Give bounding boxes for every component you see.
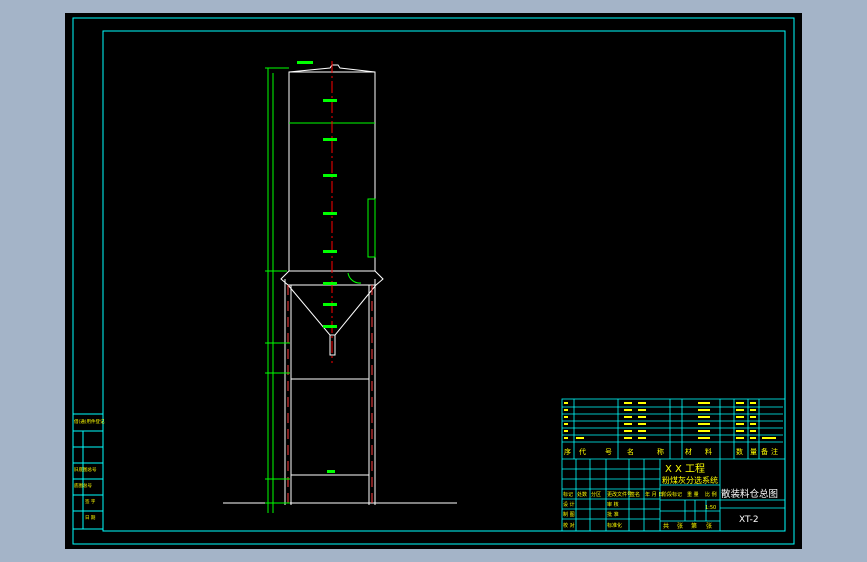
sheet-total-label: 共	[663, 522, 669, 530]
stamp-label-date: 日 期	[85, 515, 96, 521]
project-title: X X 工程	[665, 463, 705, 475]
header-code-1: 代	[579, 447, 586, 456]
mid-label-sign: 签名	[630, 491, 640, 498]
scale-label: 比 例	[705, 491, 717, 498]
sign-approve: 批 准	[607, 511, 619, 518]
inner-frame	[102, 30, 786, 532]
sign-draw: 制 图	[563, 511, 575, 518]
header-remark-2: 注	[771, 447, 778, 456]
system-title: 粉煤灰分选系统	[662, 475, 718, 485]
header-qty-2: 量	[750, 448, 757, 456]
cad-viewport[interactable]: 借(通)用件登记 旧底图总号 底图总号 签 字 日 期 序 代 号 名 称 材 …	[65, 13, 802, 549]
header-name-1: 名	[627, 447, 634, 456]
mid-label-change: 更改文件号	[607, 491, 632, 498]
stage-mark-label: 阶段标记	[662, 491, 682, 498]
mid-label-zone: 分区	[591, 491, 601, 498]
dimension-lines	[265, 67, 362, 513]
header-name-2: 称	[657, 447, 664, 456]
header-remark-1: 备	[761, 447, 768, 456]
header-seq: 序	[564, 447, 571, 456]
left-stamp: 借(通)用件登记 旧底图总号 底图总号 签 字 日 期	[72, 413, 105, 530]
sheet-total-unit: 张	[677, 522, 683, 530]
mid-label-date: 年 月 日	[645, 491, 663, 498]
header-code-2: 号	[605, 448, 612, 456]
stamp-label-borrow: 借(通)用件登记	[74, 418, 105, 425]
mid-label-mark: 标记	[563, 491, 573, 498]
sheet-no-label: 第	[691, 522, 697, 530]
scale-value: 1:50	[705, 505, 716, 511]
mid-label-count: 处数	[577, 491, 587, 498]
stamp-label-sign: 签 字	[85, 498, 96, 505]
header-material-2: 料	[705, 447, 712, 456]
drawing-title: 散装料仓总图	[721, 488, 778, 500]
silo-drawing: 借(通)用件登记 旧底图总号 底图总号 签 字 日 期 序 代 号 名 称 材 …	[72, 17, 795, 545]
header-material-1: 材	[685, 447, 692, 456]
weight-label: 重 量	[687, 491, 699, 498]
stamp-label-total: 底图总号	[74, 482, 92, 489]
sign-review: 审 核	[607, 501, 619, 508]
sheet-no-unit: 张	[706, 522, 712, 530]
sign-standard: 标准化	[607, 522, 622, 529]
header-qty-1: 数	[736, 447, 743, 456]
sign-design: 设 计	[563, 501, 575, 508]
stamp-label-old-total: 旧底图总号	[74, 466, 97, 473]
drawing-number: XT-2	[739, 515, 759, 525]
title-block: 序 代 号 名 称 材 料 数 量 备 注 标记 处数 分区 更改文件号 签名 …	[561, 398, 786, 532]
sign-check: 校 对	[563, 522, 575, 529]
